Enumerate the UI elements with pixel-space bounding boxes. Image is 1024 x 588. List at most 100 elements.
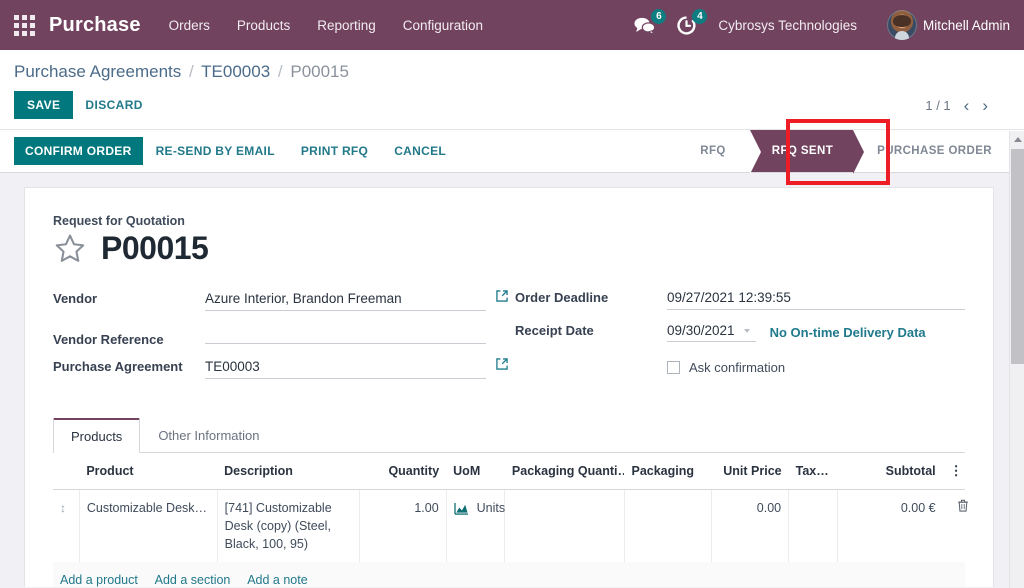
breadcrumb-parent[interactable]: TE00003 [201,62,270,81]
add-a-product-link[interactable]: Add a product [60,573,138,587]
pager: 1 / 1 ‹ › [925,97,1010,114]
area-chart-icon[interactable] [454,502,469,515]
activities-button[interactable]: 4 [677,16,696,35]
trash-icon[interactable] [957,501,969,515]
save-button[interactable]: SAVE [14,91,73,119]
user-avatar [887,10,917,40]
field-ask-confirmation: Ask confirmation [667,360,965,375]
form-column-left: Vendor Azure Interior, Brandon Freeman V… [53,289,509,391]
pager-count: 1 / 1 [925,98,950,113]
print-rfq-button[interactable]: PRINT RFQ [288,137,381,165]
field-receipt-date-label: Receipt Date [515,323,667,338]
navbar-right: 6 4 Cybrosys Technologies Mitchell Admin [634,10,1010,40]
cell-packaging-quantity[interactable] [505,490,625,563]
user-name-label: Mitchell Admin [923,18,1010,33]
cell-product[interactable]: Customizable Desk… [79,490,217,563]
receipt-date-group: 09/30/2021 No On-time Delivery Data [667,323,965,345]
main-menu: Orders Products Reporting Configuration [169,18,483,33]
form-column-right: Order Deadline 09/27/2021 12:39:55 Recei… [509,289,965,391]
receipt-date-value: 09/30/2021 [667,323,735,338]
messages-button[interactable]: 6 [634,16,655,35]
table-row[interactable]: ↕ Customizable Desk… [741] Customizable … [53,490,965,563]
add-line-row: Add a product Add a section Add a note [53,562,965,587]
cell-description[interactable]: [741] Customizable Desk (copy) (Steel, B… [217,490,359,563]
app-brand-purchase[interactable]: Purchase [49,14,141,37]
menu-item-orders[interactable]: Orders [169,18,210,33]
user-menu[interactable]: Mitchell Admin [887,10,1010,40]
form-columns: Vendor Azure Interior, Brandon Freeman V… [53,289,965,391]
stage-rfq-sent[interactable]: RFQ SENT [750,130,853,172]
add-line-cell: Add a product Add a section Add a note [53,562,965,587]
col-unit-price[interactable]: Unit Price [712,453,789,490]
order-deadline-input[interactable]: 09/27/2021 12:39:55 [667,289,965,310]
cell-taxes[interactable] [789,490,838,563]
col-product[interactable]: Product [79,453,217,490]
cell-uom[interactable]: Units [446,490,505,563]
col-taxes[interactable]: Tax… [789,453,838,490]
chevron-left-icon[interactable]: ‹ [964,97,970,114]
cell-product-value: Customizable Desk… [87,499,210,517]
col-packaging[interactable]: Packaging [624,453,711,490]
cell-quantity[interactable]: 1.00 [359,490,446,563]
menu-item-configuration[interactable]: Configuration [403,18,483,33]
record-title-line: P00015 [53,230,965,267]
tab-other-information[interactable]: Other Information [140,418,277,453]
col-quantity[interactable]: Quantity [359,453,446,490]
vendor-input[interactable]: Azure Interior, Brandon Freeman [205,290,486,311]
col-packaging-quantity[interactable]: Packaging Quanti… [505,453,625,490]
form-sheet-wrapper: Request for Quotation P00015 Vendor Azur… [0,173,1024,587]
stage-rfq[interactable]: RFQ [688,130,737,172]
breadcrumb-root[interactable]: Purchase Agreements [14,62,181,81]
vertical-scrollbar[interactable] [1009,131,1024,588]
breadcrumb-separator-1: / [189,62,194,81]
cell-subtotal-value: 0.00 € [901,499,936,517]
receipt-date-input[interactable]: 09/30/2021 [667,323,756,342]
apps-grid-icon[interactable] [14,15,35,36]
star-outline-icon[interactable] [53,232,87,265]
column-options-icon[interactable]: ⋮ [943,453,965,490]
ask-confirmation-label: Ask confirmation [689,360,785,375]
resend-by-email-button[interactable]: RE-SEND BY EMAIL [143,137,288,165]
external-link-icon[interactable] [495,289,509,303]
stage-purchase-order[interactable]: PURCHASE ORDER [865,130,1004,172]
external-link-icon[interactable] [495,357,509,371]
odoo-purchase-rfq-page: Purchase Orders Products Reporting Confi… [0,0,1024,588]
drag-handle-icon[interactable]: ↕ [53,490,79,563]
action-buttons: CONFIRM ORDER RE-SEND BY EMAIL PRINT RFQ… [0,130,459,172]
status-stages: RFQ RFQ SENT PURCHASE ORDER [688,130,1024,172]
messages-badge: 6 [651,9,666,24]
activities-badge: 4 [692,9,707,24]
top-navbar: Purchase Orders Products Reporting Confi… [0,0,1024,50]
add-a-note-link[interactable]: Add a note [247,573,307,587]
scrollbar-thumb[interactable] [1011,149,1024,364]
breadcrumb-row: Purchase Agreements / TE00003 / P00015 [0,50,1024,82]
company-switcher[interactable]: Cybrosys Technologies [718,18,857,33]
field-order-deadline: Order Deadline 09/27/2021 12:39:55 [515,289,965,315]
chevron-right-icon[interactable]: › [982,97,988,114]
col-subtotal[interactable]: Subtotal [837,453,942,490]
field-order-deadline-label: Order Deadline [515,290,667,305]
scroll-up-arrow-icon[interactable] [1010,131,1024,148]
chevron-down-icon[interactable] [744,329,750,333]
vendor-reference-input[interactable] [205,323,486,344]
field-receipt-date: Receipt Date 09/30/2021 No On-time Deliv… [515,323,965,349]
menu-item-products[interactable]: Products [237,18,290,33]
delete-line-cell [943,490,965,563]
field-vendor-label: Vendor [53,291,205,306]
cell-unit-price[interactable]: 0.00 [712,490,789,563]
ask-confirmation-checkbox[interactable] [667,361,680,374]
col-description[interactable]: Description [217,453,359,490]
field-vendor: Vendor Azure Interior, Brandon Freeman [53,289,509,315]
add-a-section-link[interactable]: Add a section [155,573,231,587]
discard-button[interactable]: DISCARD [73,91,154,119]
confirm-order-button[interactable]: CONFIRM ORDER [14,137,143,165]
menu-item-reporting[interactable]: Reporting [317,18,376,33]
col-uom[interactable]: UoM [446,453,505,490]
purchase-agreement-input[interactable]: TE00003 [205,358,486,379]
field-vendor-reference-label: Vendor Reference [53,332,205,347]
cell-packaging[interactable] [624,490,711,563]
tab-products[interactable]: Products [53,418,140,453]
cancel-button[interactable]: CANCEL [381,137,459,165]
breadcrumb-current: P00015 [290,62,349,81]
cell-uom-value: Units [477,499,505,517]
